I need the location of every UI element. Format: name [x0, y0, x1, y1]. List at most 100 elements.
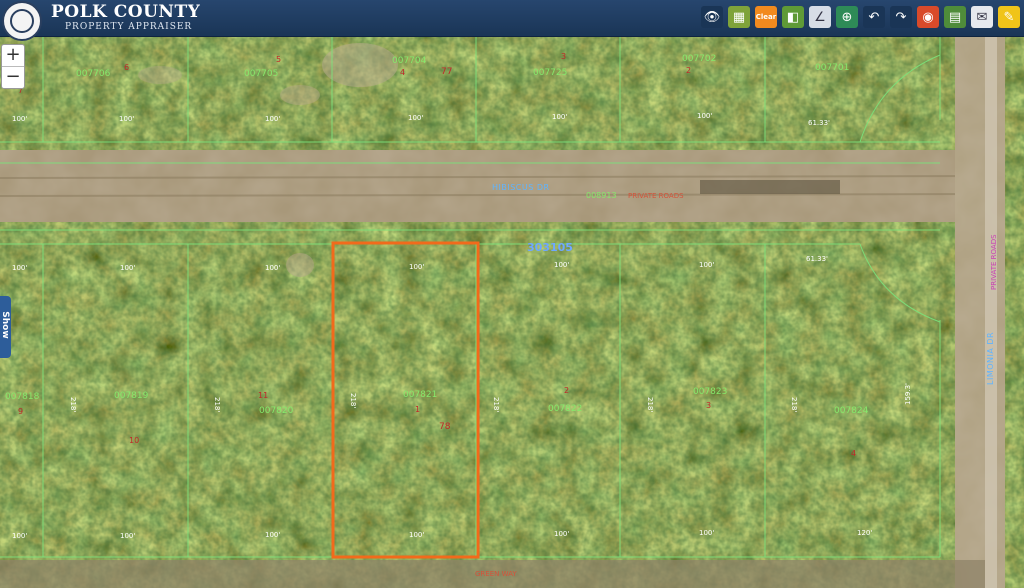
- svg-text:1: 1: [415, 405, 420, 414]
- binoculars-button[interactable]: 👁: [701, 6, 723, 28]
- report-icon: ▤: [948, 9, 962, 25]
- redo-icon: ↷: [895, 9, 907, 25]
- svg-text:3: 3: [706, 401, 711, 410]
- road-parcel-id[interactable]: 008913: [586, 191, 617, 200]
- undo-icon: ↶: [868, 9, 880, 25]
- street-name-hibiscus-dr: HIBISCUS DR: [492, 183, 550, 192]
- street-name-green-way: GREEN WAY: [475, 570, 517, 578]
- lot-tag-label: 77: [441, 67, 452, 77]
- frontage-label: 100': [697, 112, 712, 120]
- edit-icon: ✎: [1003, 9, 1015, 25]
- aerial-parcel-map[interactable]: 007706 007705 007704 007725 007702 00770…: [0, 0, 1024, 588]
- layers-button[interactable]: ◧: [782, 6, 804, 28]
- zoom-out-button[interactable]: −: [2, 66, 24, 88]
- clear-icon: Clear: [755, 13, 777, 21]
- lot-tag-label: 78: [439, 422, 451, 432]
- svg-text:4: 4: [400, 68, 405, 77]
- parcel-id-label[interactable]: 007725: [533, 68, 567, 78]
- parcel-id-label[interactable]: 007704: [392, 56, 427, 66]
- sand-patch: [138, 66, 182, 84]
- svg-text:3: 3: [561, 52, 566, 61]
- frontage-label: 100': [265, 264, 280, 272]
- svg-text:5: 5: [276, 55, 281, 64]
- parcel-id-label[interactable]: 007820: [259, 406, 294, 416]
- limonia-texture: [955, 36, 1005, 588]
- zoom-map-icon: ⊕: [841, 9, 853, 25]
- frontage-label: 120': [857, 529, 872, 537]
- frontage-label: 100': [699, 261, 714, 269]
- sheet-number-label: 303105: [527, 241, 573, 254]
- show-panel-tab[interactable]: Show: [0, 296, 11, 358]
- map-toolbar: 👁 ▦ Clear ◧ ∠ ⊕ ↶ ↷ ◉ ▤ ✉ ✎: [701, 6, 1020, 28]
- email-icon: ✉: [976, 9, 988, 25]
- legend-icon: ◉: [922, 9, 934, 25]
- limonia-pavement: [985, 36, 997, 588]
- depth-label: 218': [646, 397, 654, 412]
- grid-icon: ▦: [732, 9, 746, 25]
- depth-label: 218': [349, 393, 357, 408]
- frontage-label: 100': [265, 115, 280, 123]
- layers-icon: ◧: [786, 9, 800, 25]
- show-panel-label: Show: [0, 311, 10, 339]
- clear-button[interactable]: Clear: [755, 6, 777, 28]
- depth-label: 218': [69, 397, 77, 412]
- svg-text:9: 9: [18, 407, 23, 416]
- zoom-control: + −: [1, 44, 25, 89]
- dark-track-patch: [700, 180, 840, 194]
- parcel-id-label[interactable]: 007822: [548, 404, 582, 414]
- parcel-id-label[interactable]: 007706: [76, 69, 111, 79]
- app-title: POLK COUNTY: [51, 2, 201, 22]
- street-name-limonia-dr: LIMONIA DR: [986, 332, 995, 385]
- edit-button[interactable]: ✎: [998, 6, 1020, 28]
- redo-button[interactable]: ↷: [890, 6, 912, 28]
- parcel-id-label[interactable]: 007702: [682, 54, 716, 64]
- legend-button[interactable]: ◉: [917, 6, 939, 28]
- app-header: POLK COUNTY PROPERTY APPRAISER 👁 ▦ Clear ◧ ∠…: [0, 0, 1024, 41]
- aerial-tree-canopy: [0, 36, 1024, 588]
- svg-text:2: 2: [564, 386, 569, 395]
- svg-text:2: 2: [686, 66, 691, 75]
- limonia-private-roads-label: PRIVATE ROADS: [990, 234, 998, 290]
- depth-label: 218': [790, 397, 798, 412]
- depth-label: 218': [213, 397, 221, 412]
- svg-text:6: 6: [124, 63, 129, 72]
- svg-text:10: 10: [129, 436, 139, 445]
- property-appraiser-seal-logo[interactable]: [2, 1, 42, 41]
- parcel-id-label[interactable]: 007823: [693, 387, 727, 397]
- sand-patch: [280, 85, 320, 105]
- frontage-label: 100': [12, 115, 27, 123]
- svg-text:4: 4: [851, 449, 856, 458]
- frontage-label: 100': [552, 113, 567, 121]
- parcel-id-label[interactable]: 007818: [5, 392, 40, 402]
- frontage-label: 100': [409, 531, 424, 539]
- frontage-label: 100': [408, 114, 423, 122]
- frontage-label: 100': [554, 261, 569, 269]
- grid-button[interactable]: ▦: [728, 6, 750, 28]
- parcel-id-label[interactable]: 007819: [114, 391, 149, 401]
- measure-button[interactable]: ∠: [809, 6, 831, 28]
- parcel-id-label[interactable]: 007705: [244, 69, 278, 79]
- sand-patch: [286, 253, 314, 277]
- frontage-label: 100': [119, 115, 134, 123]
- depth-label: 218': [492, 397, 500, 412]
- parcel-id-label[interactable]: 007821: [403, 390, 437, 400]
- zoom-in-button[interactable]: +: [2, 45, 24, 66]
- frontage-label: 100': [554, 530, 569, 538]
- svg-text:11: 11: [258, 391, 268, 400]
- undo-button[interactable]: ↶: [863, 6, 885, 28]
- measure-icon: ∠: [814, 9, 826, 25]
- zoom-map-button[interactable]: ⊕: [836, 6, 858, 28]
- email-button[interactable]: ✉: [971, 6, 993, 28]
- report-button[interactable]: ▤: [944, 6, 966, 28]
- sand-patch: [322, 43, 398, 87]
- parcel-id-label[interactable]: 007701: [815, 63, 849, 73]
- frontage-label: 100': [409, 263, 424, 271]
- frontage-label: 100': [120, 532, 135, 540]
- binoculars-icon: 👁: [703, 9, 721, 25]
- frontage-label: 61.33': [808, 119, 830, 127]
- frontage-label: 100': [12, 532, 27, 540]
- frontage-label: 61.33': [806, 255, 828, 263]
- depth-label: 159.3': [904, 383, 912, 405]
- frontage-label: 100': [699, 529, 714, 537]
- parcel-id-label[interactable]: 007824: [834, 406, 869, 416]
